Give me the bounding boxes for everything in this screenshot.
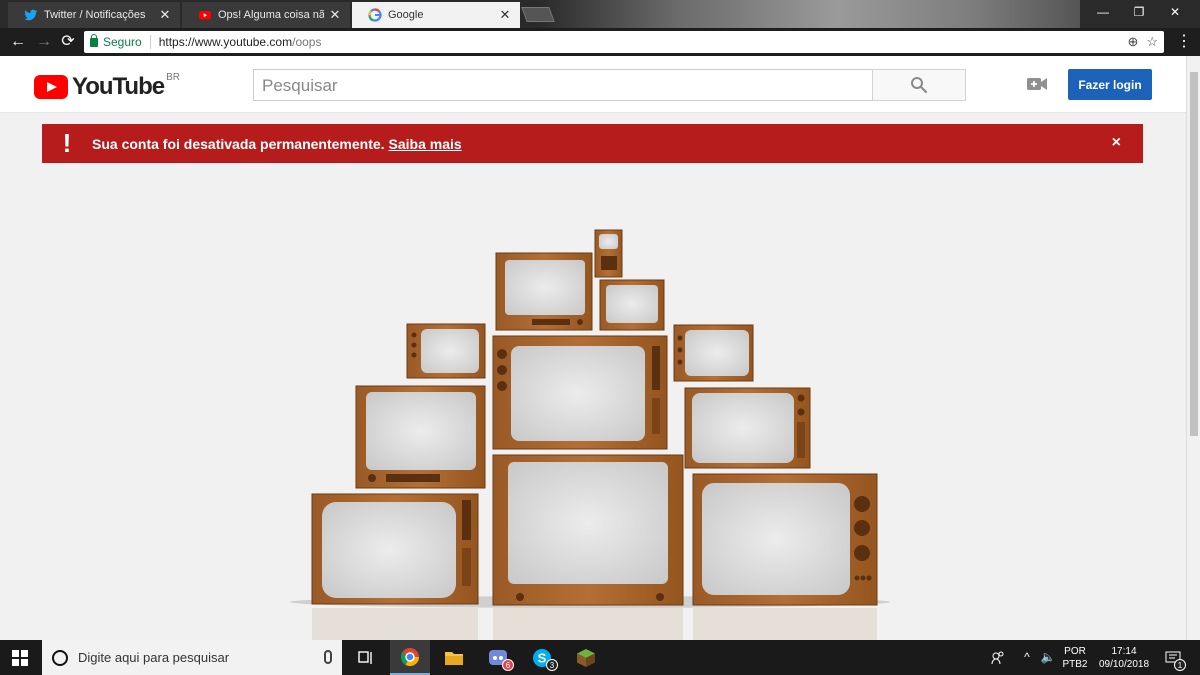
- learn-more-link[interactable]: Saiba mais: [389, 136, 462, 152]
- back-arrow-icon[interactable]: ←: [8, 32, 28, 52]
- secure-label: Seguro: [103, 35, 142, 49]
- youtube-logo[interactable]: YouTube BR: [34, 71, 180, 101]
- account-disabled-alert: ! Sua conta foi desativada permanentemen…: [42, 124, 1143, 163]
- chrome-taskbar-icon[interactable]: [390, 640, 430, 675]
- tv-mid-right: [673, 324, 754, 382]
- browser-toolbar: ← → ⟳ Seguro https://www.youtube.com/oop…: [0, 28, 1200, 56]
- language-code: POR: [1064, 645, 1086, 657]
- bookmark-star-icon[interactable]: ☆: [1146, 34, 1158, 50]
- address-bar[interactable]: Seguro https://www.youtube.com/oops ⊕ ☆: [84, 31, 1164, 53]
- forward-arrow-icon[interactable]: →: [34, 32, 54, 52]
- discord-icon[interactable]: 6: [478, 640, 518, 675]
- upload-video-icon[interactable]: [1027, 77, 1047, 91]
- search-input[interactable]: Pesquisar: [253, 69, 873, 101]
- file-explorer-icon[interactable]: [434, 640, 474, 675]
- browser-menu-icon[interactable]: ⋮: [1176, 32, 1192, 52]
- taskbar-search-box[interactable]: Digite aqui para pesquisar: [42, 640, 342, 675]
- windows-taskbar: Digite aqui para pesquisar 6 S 3 ^ 🔈 POR…: [0, 640, 1200, 675]
- show-hidden-icons-chevron-icon[interactable]: ^: [1018, 640, 1036, 675]
- twitter-icon: [24, 9, 38, 21]
- tab-strip-background: [540, 0, 1080, 28]
- tv-left-middle: [355, 385, 486, 489]
- tv-top-left: [495, 252, 593, 331]
- taskbar-search-placeholder: Digite aqui para pesquisar: [78, 650, 230, 665]
- youtube-logo-text: YouTube: [72, 73, 165, 100]
- divider: [149, 35, 151, 49]
- url-base: https://www.youtube.com: [158, 35, 293, 49]
- input-language[interactable]: POR PTB2: [1060, 640, 1090, 675]
- keyboard-layout: PTB2: [1062, 658, 1088, 670]
- youtube-icon: [199, 11, 211, 20]
- microphone-icon[interactable]: [324, 650, 332, 664]
- windows-start-icon[interactable]: [12, 650, 28, 666]
- tab-close-button[interactable]: ✕: [498, 7, 512, 23]
- tab-close-button[interactable]: ✕: [328, 7, 342, 23]
- cortana-icon: [52, 649, 68, 666]
- omnibox-actions: ⊕ ☆: [1127, 34, 1164, 50]
- people-icon[interactable]: [986, 640, 1010, 675]
- login-button[interactable]: Fazer login: [1068, 69, 1152, 100]
- tab-twitter[interactable]: Twitter / Notificações ✕: [8, 2, 180, 28]
- clock[interactable]: 17:14 09/10/2018: [1094, 640, 1154, 675]
- security-indicator[interactable]: Seguro: [84, 33, 142, 49]
- discord-badge: 6: [502, 659, 514, 671]
- page-scrollbar[interactable]: [1186, 56, 1200, 640]
- scrollbar-thumb[interactable]: [1190, 72, 1198, 436]
- search-icon: [911, 77, 928, 94]
- tv-small-top: [594, 229, 623, 278]
- region-code: BR: [166, 71, 180, 83]
- search-button[interactable]: [872, 69, 966, 101]
- tv-top-right: [599, 279, 665, 331]
- action-center-icon[interactable]: 1: [1160, 640, 1186, 675]
- tab-youtube[interactable]: Ops! Alguma coisa não d ✕: [182, 2, 350, 28]
- tv-mid-left: [406, 323, 486, 379]
- clock-date: 09/10/2018: [1098, 658, 1150, 670]
- minimize-button[interactable]: —: [1086, 0, 1120, 24]
- youtube-header: YouTube BR Pesquisar Fazer login: [0, 56, 1186, 113]
- tab-label: Google: [388, 9, 424, 21]
- tab-close-button[interactable]: ✕: [158, 7, 172, 23]
- google-icon: [368, 8, 382, 22]
- minecraft-icon[interactable]: [566, 640, 606, 675]
- lock-icon: [90, 33, 98, 47]
- close-window-button[interactable]: ✕: [1158, 0, 1192, 24]
- tab-google[interactable]: Google ✕: [352, 2, 520, 28]
- alert-exclamation-icon: !: [62, 128, 72, 158]
- notification-badge: 1: [1174, 659, 1186, 671]
- clock-time: 17:14: [1111, 645, 1137, 657]
- url-path: /oops: [292, 35, 322, 49]
- skype-badge: 3: [546, 659, 558, 671]
- zoom-icon[interactable]: ⊕: [1127, 34, 1138, 50]
- skype-icon[interactable]: S 3: [522, 640, 562, 675]
- broken-tvs-illustration: [290, 229, 890, 640]
- tab-label: Twitter / Notificações: [44, 9, 146, 21]
- youtube-play-icon: [34, 75, 68, 99]
- tv-bottom-center: [492, 454, 684, 606]
- tab-label: Ops! Alguma coisa não d: [218, 9, 324, 21]
- reload-icon[interactable]: ⟳: [58, 32, 78, 52]
- alert-message: Sua conta foi desativada permanentemente…: [92, 135, 385, 152]
- tv-right-middle: [684, 387, 811, 469]
- browser-tab-strip: Twitter / Notificações ✕ Ops! Alguma coi…: [0, 0, 1200, 28]
- new-tab-button[interactable]: [521, 7, 555, 22]
- tv-center-middle: [492, 335, 668, 450]
- volume-icon[interactable]: 🔈: [1038, 640, 1058, 675]
- restore-button[interactable]: ❐: [1122, 0, 1156, 24]
- close-alert-button[interactable]: ×: [1112, 134, 1121, 152]
- task-view-icon[interactable]: [346, 640, 386, 675]
- tv-bottom-right: [692, 473, 878, 606]
- tv-bottom-left: [311, 493, 479, 605]
